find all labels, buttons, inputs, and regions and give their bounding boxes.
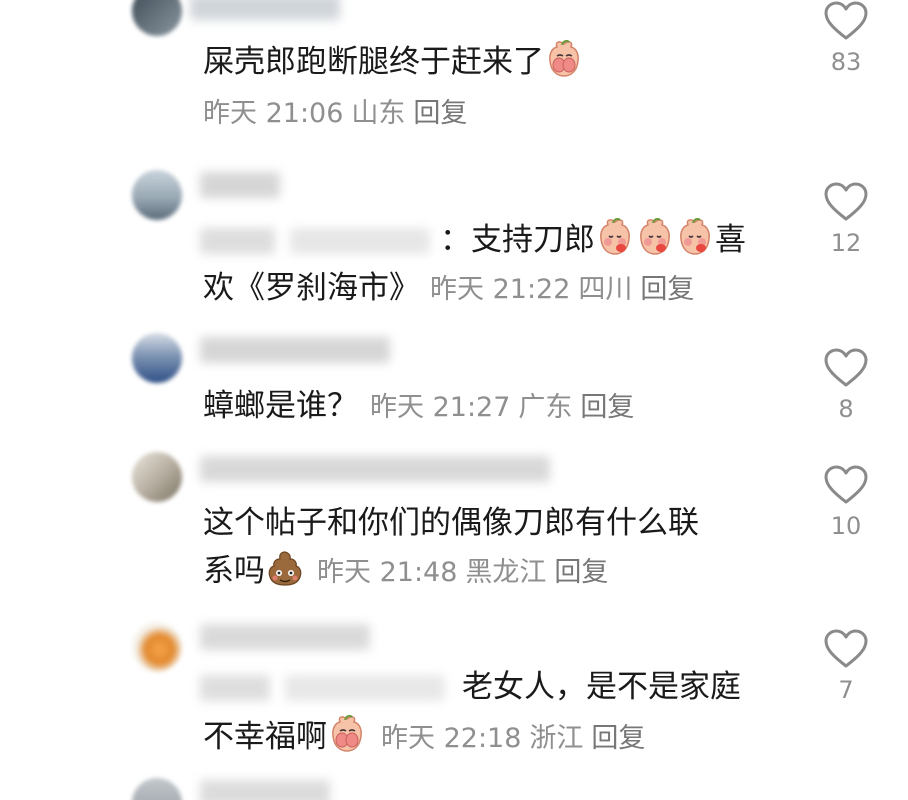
- comment-text: ：支持刀郎 喜: [440, 214, 746, 266]
- like-button[interactable]: 12: [818, 181, 874, 257]
- avatar[interactable]: [132, 622, 182, 672]
- reply-button[interactable]: 回复: [554, 557, 608, 588]
- avatar[interactable]: [132, 333, 182, 383]
- heart-icon: [824, 465, 868, 504]
- comment-text: 欢《罗刹海市》 昨天 21:22 四川 回复: [203, 270, 695, 306]
- peach-blush-emoji: [640, 218, 670, 255]
- like-button[interactable]: 10: [818, 464, 874, 540]
- comment-text: 不幸福啊 昨天 22:18 浙江 回复: [203, 711, 645, 765]
- comment-text: 蟑螂是谁？ 昨天 21:27 广东 回复: [203, 388, 635, 424]
- like-button[interactable]: 8: [818, 347, 874, 423]
- like-button[interactable]: 7: [818, 628, 874, 704]
- heart-icon: [824, 348, 868, 387]
- avatar[interactable]: [132, 778, 182, 800]
- blurred-username: [200, 456, 550, 482]
- reply-button[interactable]: 回复: [580, 392, 634, 423]
- blurred-reply-target: [200, 675, 270, 701]
- peach-cover-face-emoji: [332, 715, 362, 752]
- blurred-username: [190, 0, 340, 20]
- comment-text: 系吗 昨天 21:48 黑龙江 回复: [203, 545, 608, 599]
- comment-meta: 昨天 21:06 山东 回复: [203, 98, 468, 129]
- reply-button[interactable]: 回复: [640, 274, 694, 305]
- blurred-username: [200, 172, 280, 198]
- peach-blush-emoji: [680, 218, 710, 255]
- blurred-reply-target: [285, 675, 445, 701]
- heart-icon: [824, 629, 868, 668]
- like-count: 10: [830, 512, 862, 540]
- like-button[interactable]: 83: [818, 0, 874, 76]
- comment-list: 屎壳郎跑断腿终于赶来了 昨天 21:06 山东 回复 83 ：支持刀郎 喜 欢《…: [0, 0, 908, 800]
- blurred-username: [200, 624, 370, 650]
- poop-emoji: [268, 551, 302, 586]
- comment-meta: 昨天 21:48 黑龙江 回复: [317, 557, 609, 588]
- like-count: 8: [838, 395, 854, 423]
- peach-blush-emoji: [600, 218, 630, 255]
- heart-icon: [824, 182, 868, 221]
- heart-icon: [824, 1, 868, 40]
- comment-meta: 昨天 22:18 浙江 回复: [381, 723, 646, 754]
- comment-meta: 昨天 21:22 四川 回复: [430, 274, 695, 305]
- blurred-username: [200, 337, 390, 363]
- blurred-reply-target: [200, 228, 275, 254]
- blurred-reply-target: [290, 228, 430, 254]
- like-count: 12: [830, 229, 862, 257]
- reply-button[interactable]: 回复: [591, 723, 645, 754]
- reply-button[interactable]: 回复: [413, 98, 467, 129]
- comment-text: 这个帖子和你们的偶像刀郎有什么联: [203, 505, 699, 541]
- comment-text: 屎壳郎跑断腿终于赶来了: [203, 36, 584, 88]
- comment-meta: 昨天 21:27 广东 回复: [370, 392, 635, 423]
- avatar[interactable]: [132, 0, 182, 36]
- avatar[interactable]: [132, 170, 182, 220]
- like-count: 83: [830, 48, 862, 76]
- comment-text: 老女人，是不是家庭: [462, 669, 741, 705]
- avatar[interactable]: [132, 452, 182, 502]
- like-count: 7: [838, 676, 854, 704]
- peach-cover-face-emoji: [549, 40, 579, 77]
- blurred-username: [200, 780, 330, 800]
